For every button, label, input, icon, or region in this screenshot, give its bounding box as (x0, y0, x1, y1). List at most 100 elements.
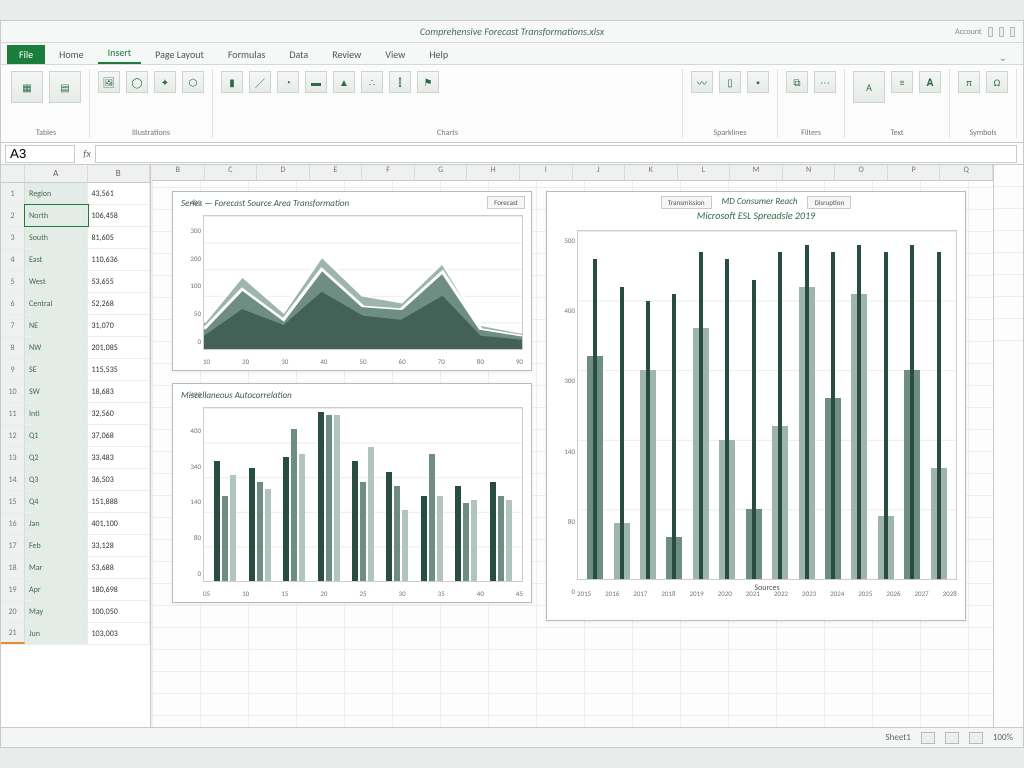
sparkline-line-icon[interactable]: 〰 (691, 71, 713, 93)
pivot-table-icon[interactable]: ▦ (11, 71, 43, 103)
tab-help[interactable]: Help (419, 45, 458, 64)
table-row[interactable]: 21Jun103,003 (1, 623, 150, 645)
maximize-button[interactable] (999, 27, 1004, 37)
cell[interactable]: 151,888 (88, 491, 151, 512)
table-row[interactable]: 10SW18,683 (1, 381, 150, 403)
table-row[interactable]: 12Q137,068 (1, 425, 150, 447)
name-box[interactable] (5, 145, 75, 163)
cell[interactable]: Region (25, 183, 88, 204)
chart-bars-small[interactable]: Miscellaneous Autocorrelation 4904003401… (172, 383, 532, 603)
cell[interactable]: 53,688 (88, 557, 151, 578)
tab-home[interactable]: Home (49, 45, 93, 64)
cell[interactable]: 180,698 (88, 579, 151, 600)
cell[interactable]: 32,560 (88, 403, 151, 424)
data-rows[interactable]: 1Region43,5612North106,4583South81,6054E… (1, 183, 150, 645)
col-header-b[interactable]: B (88, 165, 151, 182)
chart-area[interactable]: Series — Forecast Source Area Transforma… (172, 191, 532, 371)
row-header[interactable]: 7 (1, 315, 25, 336)
area-chart-icon[interactable]: ▲ (333, 71, 355, 93)
row-header[interactable]: 5 (1, 271, 25, 292)
row-header[interactable]: 1 (1, 183, 25, 204)
table-row[interactable]: 8NW201,085 (1, 337, 150, 359)
zoom-level[interactable]: 100% (993, 732, 1013, 743)
table-row[interactable]: 16Jan401,100 (1, 513, 150, 535)
row-header[interactable]: 6 (1, 293, 25, 314)
view-pagelayout-icon[interactable] (945, 732, 959, 744)
cell[interactable]: Q2 (25, 447, 88, 468)
select-all-corner[interactable] (1, 165, 25, 182)
equation-icon[interactable]: π (958, 71, 980, 93)
view-normal-icon[interactable] (921, 732, 935, 744)
row-header[interactable]: 10 (1, 381, 25, 402)
cell[interactable]: SW (25, 381, 88, 402)
cell[interactable]: Q1 (25, 425, 88, 446)
cell[interactable]: Jan (25, 513, 88, 534)
table-row[interactable]: 7NE31,070 (1, 315, 150, 337)
table-row[interactable]: 4East110,636 (1, 249, 150, 271)
pictures-icon[interactable]: 🖼 (98, 71, 120, 93)
table-row[interactable]: 1Region43,561 (1, 183, 150, 205)
cell[interactable]: North (25, 205, 88, 226)
cell[interactable]: 106,458 (88, 205, 151, 226)
table-row[interactable]: 11Intl32,560 (1, 403, 150, 425)
table-row[interactable]: 5West53,655 (1, 271, 150, 293)
text-box-icon[interactable]: A (853, 71, 885, 103)
cell[interactable]: 18,683 (88, 381, 151, 402)
shapes-icon[interactable]: ◯ (126, 71, 148, 93)
column-header[interactable]: K (625, 165, 678, 180)
row-header[interactable]: 19 (1, 579, 25, 600)
row-header[interactable]: 11 (1, 403, 25, 424)
tab-view[interactable]: View (375, 45, 415, 64)
account-hint[interactable]: Account (955, 27, 982, 37)
cell[interactable]: NE (25, 315, 88, 336)
cell[interactable]: 201,085 (88, 337, 151, 358)
column-header[interactable]: P (888, 165, 941, 180)
timeline-icon[interactable]: ⋯ (814, 71, 836, 93)
sparkline-column-icon[interactable]: ▯ (719, 71, 741, 93)
line-chart-icon[interactable]: ／ (249, 71, 271, 93)
column-header[interactable]: G (415, 165, 468, 180)
cell[interactable]: 43,561 (88, 183, 151, 204)
formula-input[interactable] (95, 145, 1017, 163)
cell[interactable]: East (25, 249, 88, 270)
column-header[interactable]: F (362, 165, 415, 180)
row-header[interactable]: 17 (1, 535, 25, 556)
table-row[interactable]: 20May100,050 (1, 601, 150, 623)
column-header[interactable]: J (573, 165, 626, 180)
slicer-icon[interactable]: ⧉ (786, 71, 808, 93)
col-header-a[interactable]: A (25, 165, 88, 182)
column-header[interactable]: O (835, 165, 888, 180)
cell[interactable]: Apr (25, 579, 88, 600)
fx-icon[interactable]: fx (79, 147, 95, 160)
column-header[interactable]: E (310, 165, 363, 180)
row-header[interactable]: 4 (1, 249, 25, 270)
wordart-icon[interactable]: 𝐀 (919, 71, 941, 93)
tab-insert[interactable]: Insert (98, 43, 142, 64)
column-header[interactable]: H (467, 165, 520, 180)
column-header[interactable]: M (730, 165, 783, 180)
pie-chart-icon[interactable]: ◔ (277, 71, 299, 93)
cell[interactable]: 36,503 (88, 469, 151, 490)
column-chart-icon[interactable]: ▮ (221, 71, 243, 93)
minimize-button[interactable] (988, 27, 993, 37)
cell[interactable]: 401,100 (88, 513, 151, 534)
scatter-chart-icon[interactable]: ∴ (361, 71, 383, 93)
table-icon[interactable]: ▤ (49, 71, 81, 103)
cell[interactable]: 33,128 (88, 535, 151, 556)
cell[interactable]: Feb (25, 535, 88, 556)
row-header[interactable]: 21 (1, 623, 25, 644)
cell[interactable]: Intl (25, 403, 88, 424)
row-header[interactable]: 8 (1, 337, 25, 358)
column-headers[interactable]: BCDEFGHIJKLMNOPQ (152, 165, 993, 181)
table-row[interactable]: 17Feb33,128 (1, 535, 150, 557)
cell[interactable]: 52,268 (88, 293, 151, 314)
cell[interactable]: 81,605 (88, 227, 151, 248)
row-header[interactable]: 9 (1, 359, 25, 380)
tab-formulas[interactable]: Formulas (218, 45, 275, 64)
cell[interactable]: South (25, 227, 88, 248)
smartart-icon[interactable]: ⬡ (182, 71, 204, 93)
cell[interactable]: Q3 (25, 469, 88, 490)
row-header[interactable]: 18 (1, 557, 25, 578)
table-row[interactable]: 15Q4151,888 (1, 491, 150, 513)
symbol-icon[interactable]: Ω (986, 71, 1008, 93)
